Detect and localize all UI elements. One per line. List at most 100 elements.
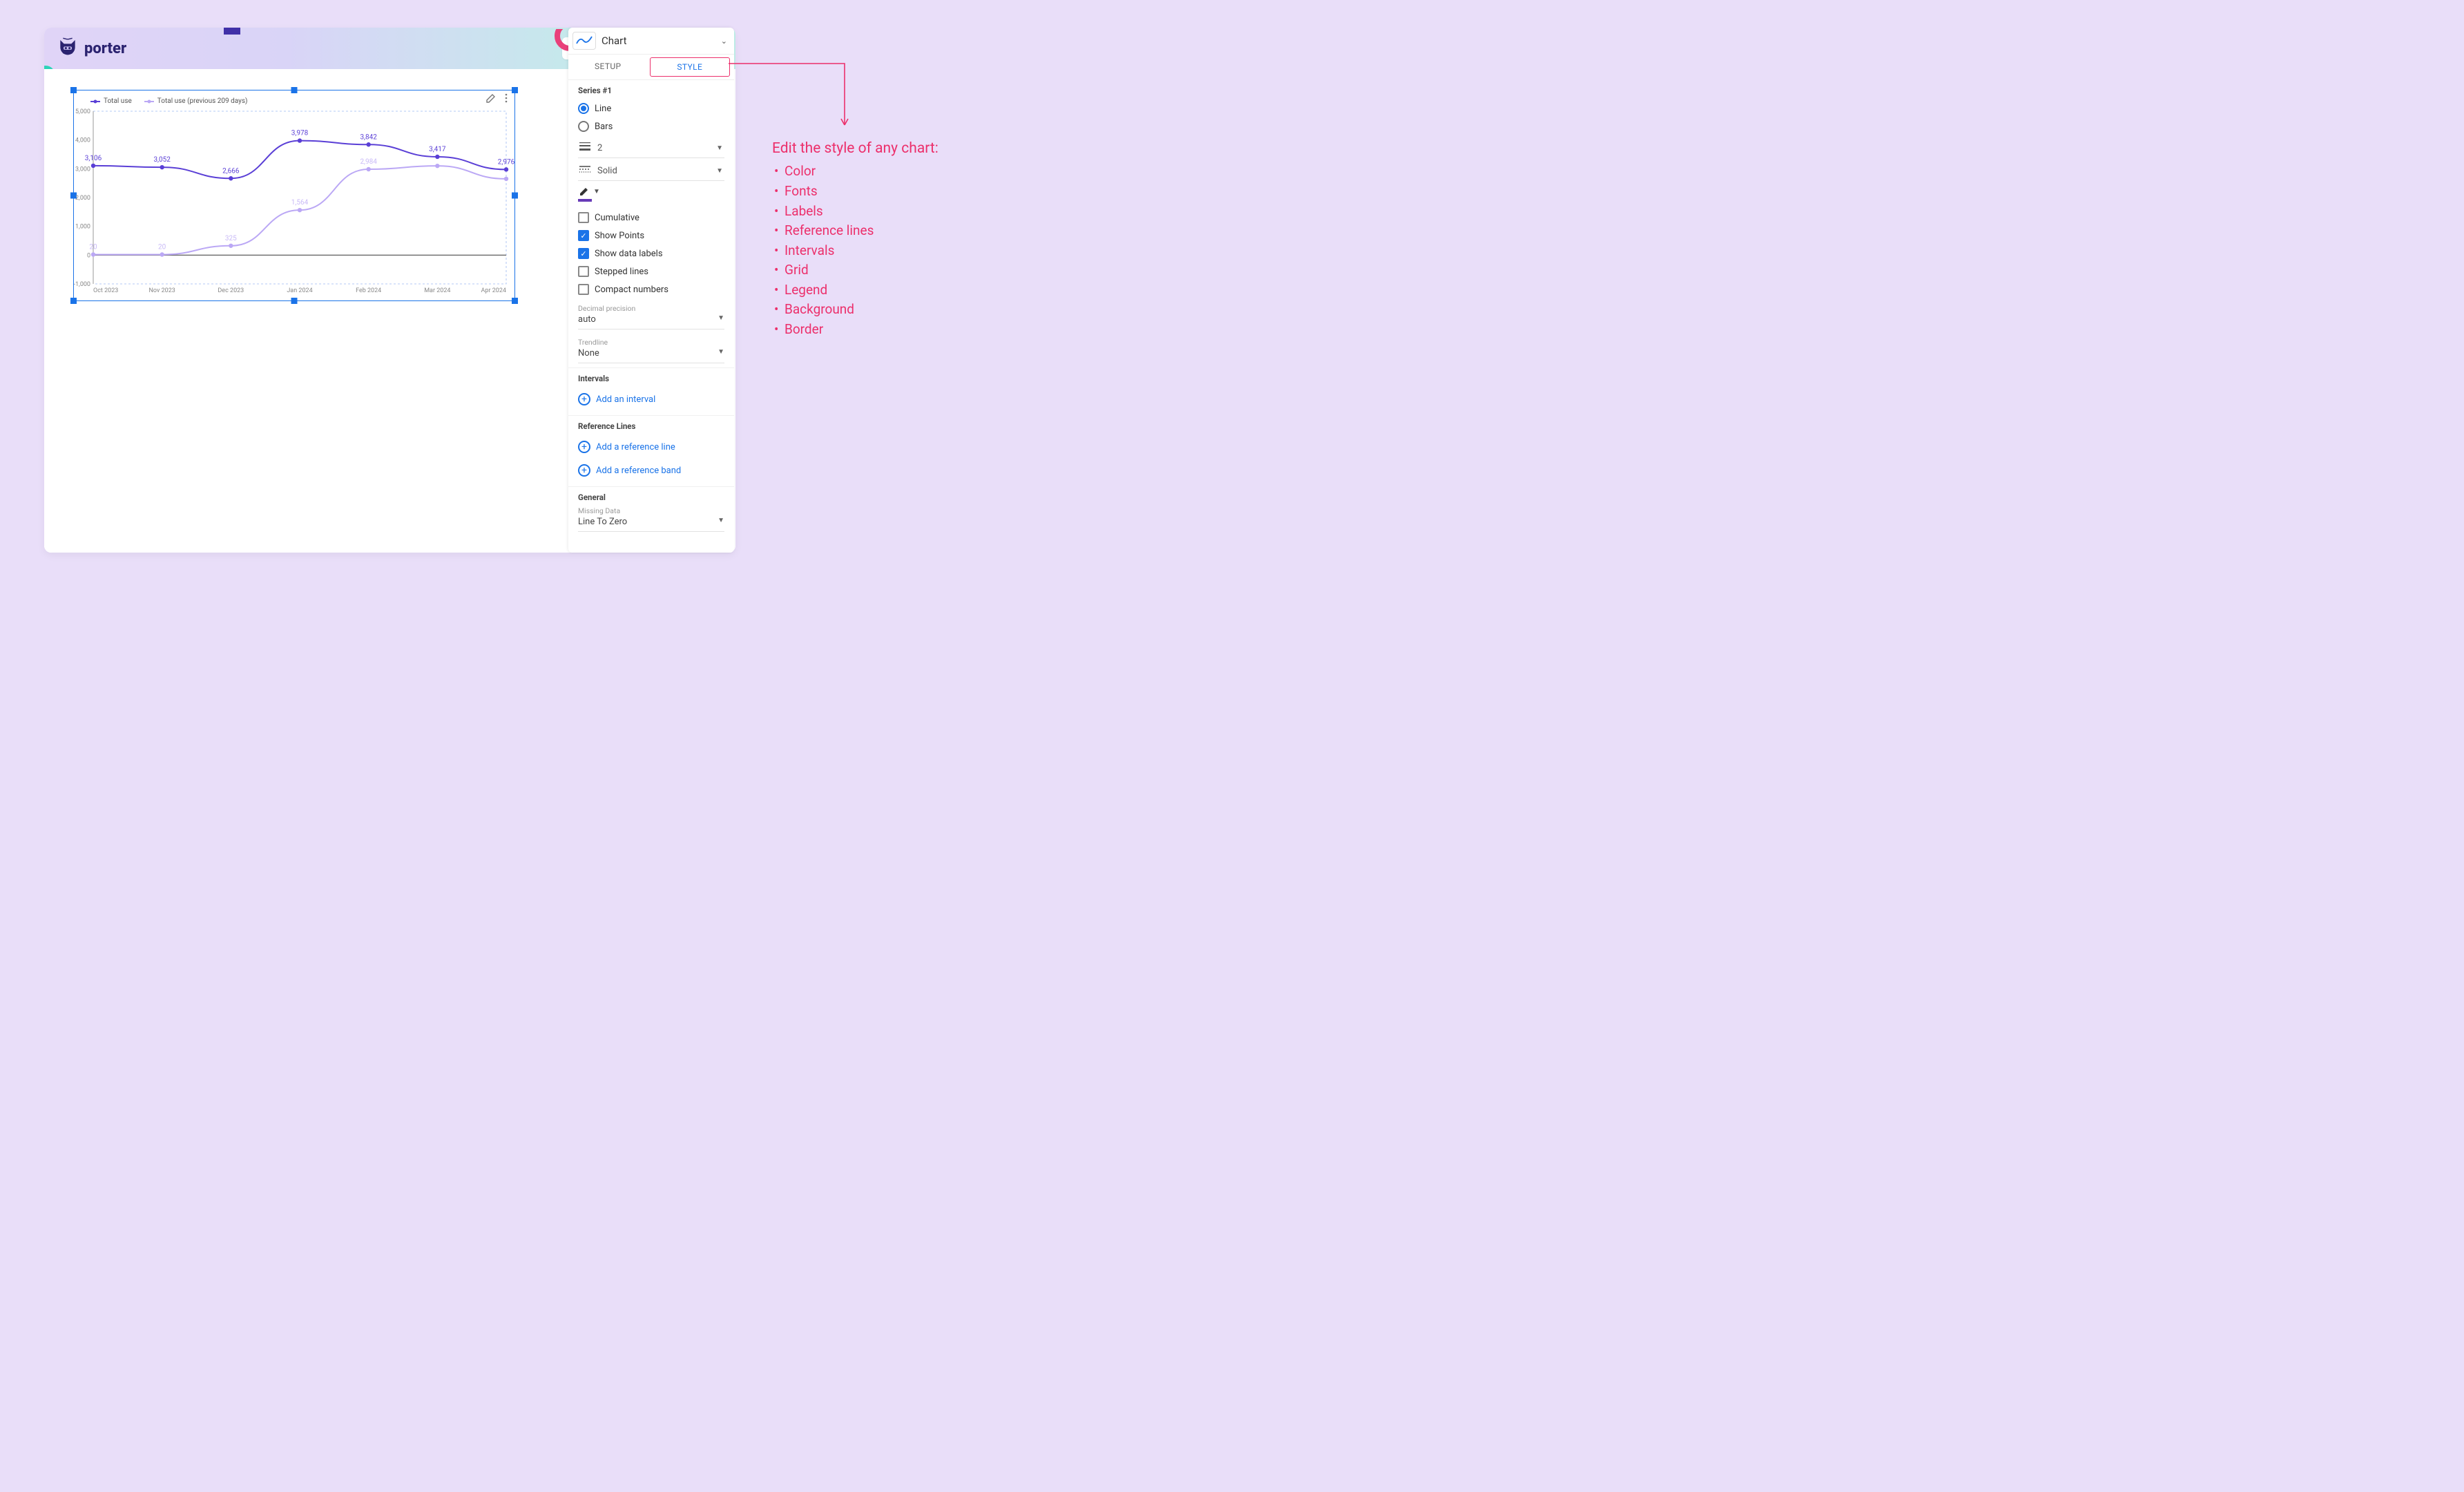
checkbox-icon <box>578 212 589 223</box>
svg-text:-1,000: -1,000 <box>74 281 90 288</box>
series-color-picker[interactable]: ▼ <box>578 181 724 199</box>
svg-text:1,564: 1,564 <box>291 199 309 207</box>
caret-down-icon: ▼ <box>718 348 724 358</box>
svg-text:2,976: 2,976 <box>498 158 515 166</box>
chart-legend: Total use Total use (previous 209 days) <box>90 97 248 105</box>
section-intervals: Intervals +Add an interval <box>568 368 734 416</box>
radio-icon <box>578 103 589 114</box>
plus-circle-icon: + <box>578 441 590 453</box>
svg-text:325: 325 <box>225 235 237 242</box>
panel-tabs: SETUP STYLE <box>568 55 734 80</box>
missing-data-label: Missing Data <box>578 506 724 515</box>
porter-cat-icon <box>57 37 79 59</box>
svg-text:3,106: 3,106 <box>85 155 102 162</box>
section-general: General Missing Data Line To Zero▼ <box>568 487 734 536</box>
resize-handle[interactable] <box>70 87 77 93</box>
svg-text:Feb 2024: Feb 2024 <box>356 287 381 294</box>
line-style-dropdown[interactable]: Solid ▼ <box>578 161 724 181</box>
chart-type-icon <box>572 32 596 50</box>
checkbox-icon <box>578 230 589 241</box>
add-reference-line-button[interactable]: +Add a reference line <box>578 435 724 459</box>
chevron-down-icon: ⌄ <box>721 37 727 46</box>
section-reference-lines: Reference Lines +Add a reference line +A… <box>568 416 734 487</box>
decimal-precision-label: Decimal precision <box>578 304 724 313</box>
brand-logo: porter <box>57 37 126 59</box>
resize-handle[interactable] <box>512 87 518 93</box>
section-title: Reference Lines <box>578 421 724 431</box>
callout-item: Background <box>785 300 965 319</box>
callout-item: Intervals <box>785 241 965 260</box>
check-cumulative[interactable]: Cumulative <box>578 209 724 227</box>
trendline-label: Trendline <box>578 338 724 347</box>
svg-text:3,052: 3,052 <box>153 156 171 164</box>
caret-down-icon: ▼ <box>716 144 723 152</box>
svg-text:3,000: 3,000 <box>75 166 90 173</box>
plus-circle-icon: + <box>578 393 590 405</box>
chart-toolbar <box>485 93 512 104</box>
callout-text: Edit the style of any chart: Color Fonts… <box>772 138 965 339</box>
style-panel: Chart ⌄ SETUP STYLE Series #1 Line Bars … <box>568 28 734 553</box>
callout-item: Grid <box>785 260 965 280</box>
checkbox-icon <box>578 248 589 259</box>
more-icon[interactable] <box>501 93 512 104</box>
check-show-points[interactable]: Show Points <box>578 227 724 245</box>
check-stepped[interactable]: Stepped lines <box>578 262 724 280</box>
svg-text:20: 20 <box>158 244 166 251</box>
legend-marker-icon <box>90 101 100 102</box>
legend-marker-icon <box>144 101 154 102</box>
edit-icon[interactable] <box>485 93 497 104</box>
callout-heading: Edit the style of any chart: <box>772 138 965 159</box>
caret-down-icon: ▼ <box>593 188 600 195</box>
line-weight-dropdown[interactable]: 2 ▼ <box>578 138 724 158</box>
svg-text:Apr 2024: Apr 2024 <box>481 287 506 294</box>
pencil-icon <box>578 185 590 198</box>
callout-item: Labels <box>785 202 965 221</box>
svg-text:Nov 2023: Nov 2023 <box>149 287 175 294</box>
section-title: General <box>578 492 724 502</box>
trendline-dropdown[interactable]: None▼ <box>578 347 724 363</box>
svg-text:3,417: 3,417 <box>429 146 446 153</box>
svg-text:0: 0 <box>87 252 90 259</box>
callout-arrow <box>729 61 853 140</box>
svg-text:2,000: 2,000 <box>75 195 90 202</box>
legend-label: Total use <box>104 97 132 105</box>
section-title: Intervals <box>578 374 724 383</box>
plus-circle-icon: + <box>578 464 590 477</box>
callout-item: Reference lines <box>785 221 965 240</box>
chart-widget[interactable]: Total use Total use (previous 209 days) … <box>73 90 515 301</box>
add-reference-band-button[interactable]: +Add a reference band <box>578 459 724 482</box>
svg-text:Jan 2024: Jan 2024 <box>287 287 312 294</box>
callout-item: Legend <box>785 280 965 300</box>
chart-plot: -1,000 0 1,000 2,000 3,000 4,000 5,000 Oct 2023… <box>74 106 516 300</box>
check-compact[interactable]: Compact numbers <box>578 280 724 298</box>
radio-line[interactable]: Line <box>578 99 724 117</box>
caret-down-icon: ▼ <box>716 167 723 175</box>
legend-label: Total use (previous 209 days) <box>157 97 248 105</box>
callout-item: Border <box>785 320 965 339</box>
caret-down-icon: ▼ <box>718 517 724 527</box>
add-interval-button[interactable]: +Add an interval <box>578 388 724 411</box>
radio-bars[interactable]: Bars <box>578 117 724 135</box>
svg-text:20: 20 <box>89 244 97 251</box>
svg-text:3,978: 3,978 <box>291 130 309 137</box>
line-style-icon <box>579 165 592 176</box>
brand-name: porter <box>84 40 126 57</box>
missing-data-dropdown[interactable]: Line To Zero▼ <box>578 515 724 532</box>
section-title: Series #1 <box>578 86 724 95</box>
callout-item: Color <box>785 162 965 181</box>
resize-handle[interactable] <box>291 87 298 93</box>
svg-text:4,000: 4,000 <box>75 137 90 144</box>
section-series: Series #1 Line Bars 2 ▼ Solid ▼ ▼ Cumula… <box>568 80 734 368</box>
caret-down-icon: ▼ <box>718 314 724 325</box>
svg-text:2,984: 2,984 <box>360 158 377 166</box>
check-show-labels[interactable]: Show data labels <box>578 245 724 262</box>
tab-setup[interactable]: SETUP <box>568 55 648 79</box>
svg-text:1,000: 1,000 <box>75 224 90 231</box>
panel-title: Chart <box>601 35 627 47</box>
decimal-precision-dropdown[interactable]: auto▼ <box>578 313 724 329</box>
checkbox-icon <box>578 284 589 295</box>
panel-header[interactable]: Chart ⌄ <box>568 28 734 55</box>
tab-style[interactable]: STYLE <box>650 57 731 77</box>
svg-text:Oct 2023: Oct 2023 <box>93 287 118 294</box>
svg-text:5,000: 5,000 <box>75 108 90 115</box>
